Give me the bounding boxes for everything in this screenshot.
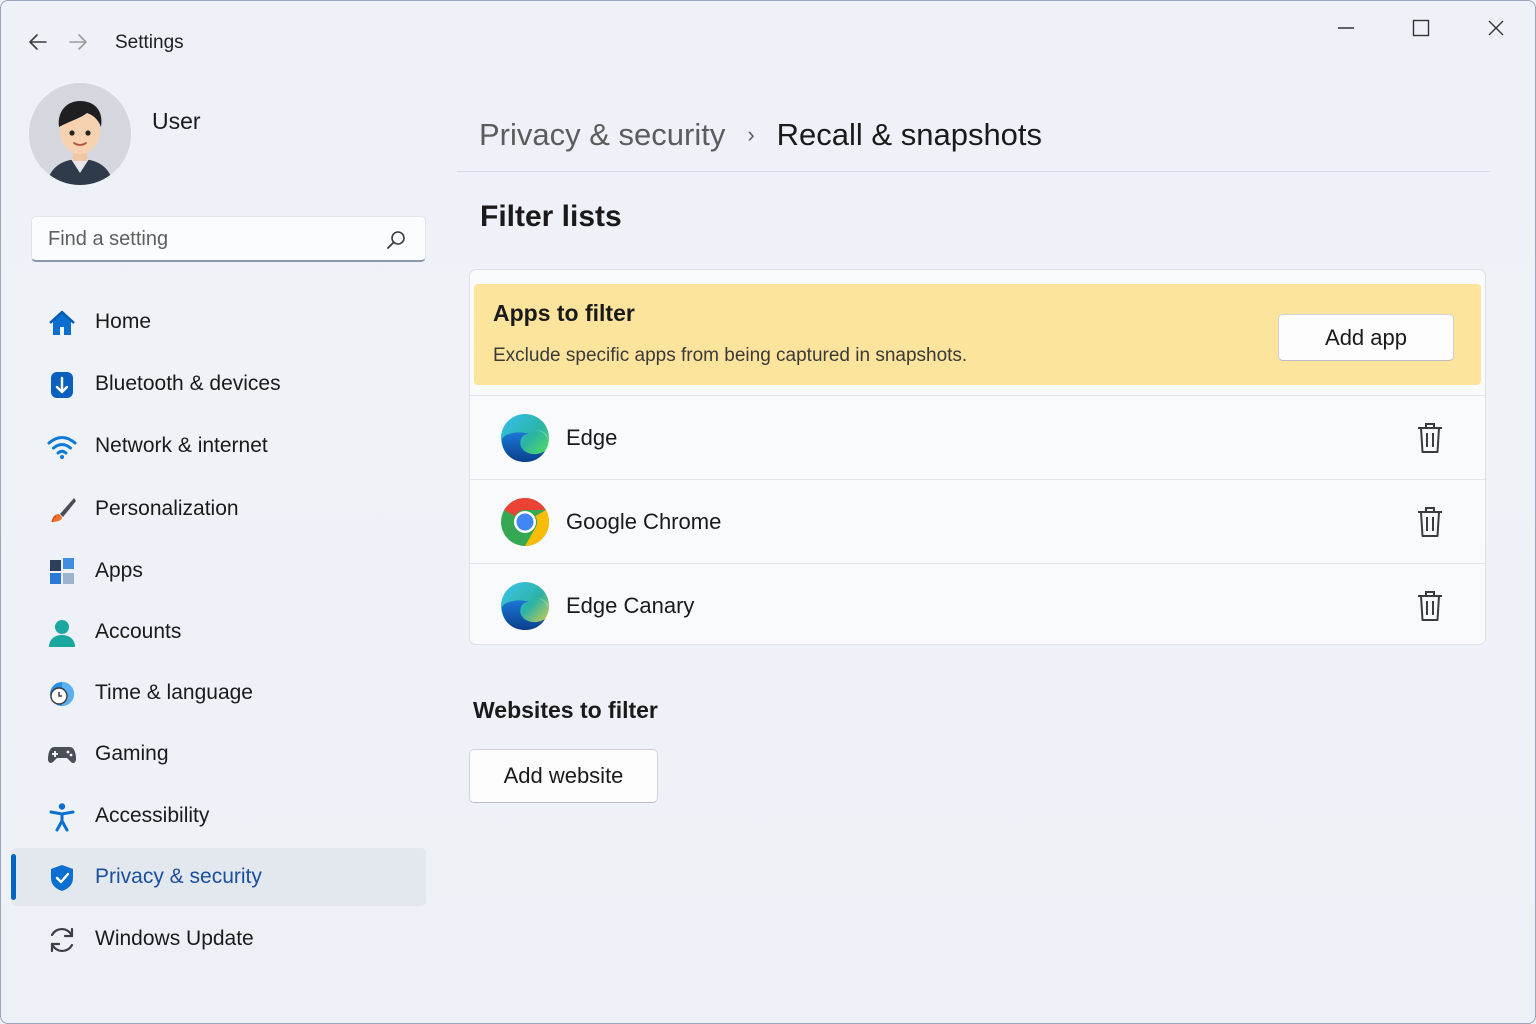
globe-clock-icon bbox=[47, 679, 77, 709]
sidebar-item-windows-update[interactable]: Windows Update bbox=[11, 910, 426, 968]
search-box[interactable] bbox=[31, 216, 426, 262]
chevron-right-icon: › bbox=[747, 122, 755, 147]
apps-filter-title: Apps to filter bbox=[493, 300, 635, 326]
apps-filter-card: Apps to filter Exclude specific apps fro… bbox=[469, 269, 1486, 645]
edge-canary-icon bbox=[501, 582, 549, 630]
add-app-button[interactable]: Add app bbox=[1278, 314, 1454, 361]
sidebar-item-accessibility[interactable]: Accessibility bbox=[11, 787, 426, 845]
add-website-button[interactable]: Add website bbox=[469, 749, 658, 803]
sidebar-item-label: Personalization bbox=[95, 497, 239, 520]
edge-icon bbox=[501, 414, 549, 462]
settings-window: Settings User Find a setting Home Blueto… bbox=[0, 0, 1536, 1024]
app-name: Google Chrome bbox=[566, 509, 722, 534]
close-button[interactable] bbox=[1473, 11, 1519, 45]
sidebar-item-label: Gaming bbox=[95, 742, 169, 765]
maximize-button[interactable] bbox=[1398, 11, 1444, 45]
wifi-icon bbox=[47, 432, 77, 462]
search-input[interactable] bbox=[48, 225, 378, 253]
app-row-edge: Edge bbox=[470, 395, 1485, 479]
section-title: Filter lists bbox=[480, 200, 622, 233]
brush-icon bbox=[47, 495, 77, 525]
minimize-button[interactable] bbox=[1323, 11, 1369, 45]
sidebar-item-label: Bluetooth & devices bbox=[95, 372, 281, 395]
window-title: Settings bbox=[115, 32, 184, 53]
apps-filter-description: Exclude specific apps from being capture… bbox=[493, 345, 968, 366]
trash-icon bbox=[1418, 423, 1442, 453]
apps-filter-header: Apps to filter Exclude specific apps fro… bbox=[474, 284, 1481, 385]
breadcrumb-parent[interactable]: Privacy & security bbox=[479, 117, 725, 153]
title-bar: Settings bbox=[1, 1, 1535, 81]
sidebar-item-apps[interactable]: Apps bbox=[11, 542, 426, 600]
user-name: User bbox=[152, 108, 201, 134]
sidebar-item-gaming[interactable]: Gaming bbox=[11, 725, 426, 783]
sidebar-item-label: Network & internet bbox=[95, 434, 268, 457]
sidebar-item-label: Privacy & security bbox=[95, 865, 262, 888]
trash-icon bbox=[1418, 507, 1442, 537]
maximize-icon bbox=[1412, 19, 1430, 37]
sidebar-item-label: Apps bbox=[95, 559, 143, 582]
delete-app-button[interactable] bbox=[1410, 586, 1450, 626]
bluetooth-icon bbox=[47, 370, 77, 400]
delete-app-button[interactable] bbox=[1410, 418, 1450, 458]
app-name: Edge bbox=[566, 425, 618, 450]
chrome-icon bbox=[501, 498, 550, 546]
user-avatar-icon bbox=[29, 83, 131, 185]
page-title: Recall & snapshots bbox=[776, 117, 1043, 152]
sidebar-item-home[interactable]: Home bbox=[11, 293, 426, 351]
back-button[interactable] bbox=[25, 29, 51, 55]
trash-icon bbox=[1418, 591, 1442, 621]
arrow-right-icon bbox=[69, 34, 87, 50]
avatar[interactable] bbox=[29, 83, 131, 185]
delete-app-button[interactable] bbox=[1410, 502, 1450, 542]
breadcrumb: Privacy & security › Recall & snapshots bbox=[479, 113, 1042, 157]
sidebar-item-personalization[interactable]: Personalization bbox=[11, 480, 426, 538]
minimize-icon bbox=[1338, 27, 1354, 29]
sidebar-item-label: Time & language bbox=[95, 681, 253, 704]
arrow-left-icon bbox=[29, 34, 47, 50]
active-indicator bbox=[11, 854, 16, 900]
app-row-chrome: Google Chrome bbox=[470, 479, 1485, 563]
sidebar-item-label: Home bbox=[95, 310, 152, 333]
accessibility-icon bbox=[47, 802, 77, 832]
websites-filter-title: Websites to filter bbox=[473, 697, 658, 723]
app-name: Edge Canary bbox=[566, 593, 695, 618]
app-row-edge-canary: Edge Canary bbox=[470, 563, 1485, 645]
apps-icon bbox=[47, 557, 77, 587]
header-divider bbox=[457, 171, 1491, 172]
sidebar-item-label: Windows Update bbox=[95, 927, 254, 950]
update-icon bbox=[47, 925, 77, 955]
forward-button[interactable] bbox=[65, 29, 91, 55]
sidebar-item-label: Accessibility bbox=[95, 804, 210, 827]
sidebar-item-network[interactable]: Network & internet bbox=[11, 417, 426, 475]
sidebar-item-privacy-security[interactable]: Privacy & security bbox=[11, 848, 426, 906]
sidebar-item-accounts[interactable]: Accounts bbox=[11, 603, 426, 661]
gamepad-icon bbox=[47, 740, 77, 770]
home-icon bbox=[47, 308, 77, 338]
close-icon bbox=[1488, 20, 1504, 36]
sidebar-item-label: Accounts bbox=[95, 620, 182, 643]
sidebar-item-time-language[interactable]: Time & language bbox=[11, 664, 426, 722]
shield-icon bbox=[47, 863, 77, 893]
search-icon[interactable] bbox=[385, 229, 407, 251]
person-icon bbox=[47, 618, 77, 648]
sidebar-item-bluetooth[interactable]: Bluetooth & devices bbox=[11, 355, 426, 413]
